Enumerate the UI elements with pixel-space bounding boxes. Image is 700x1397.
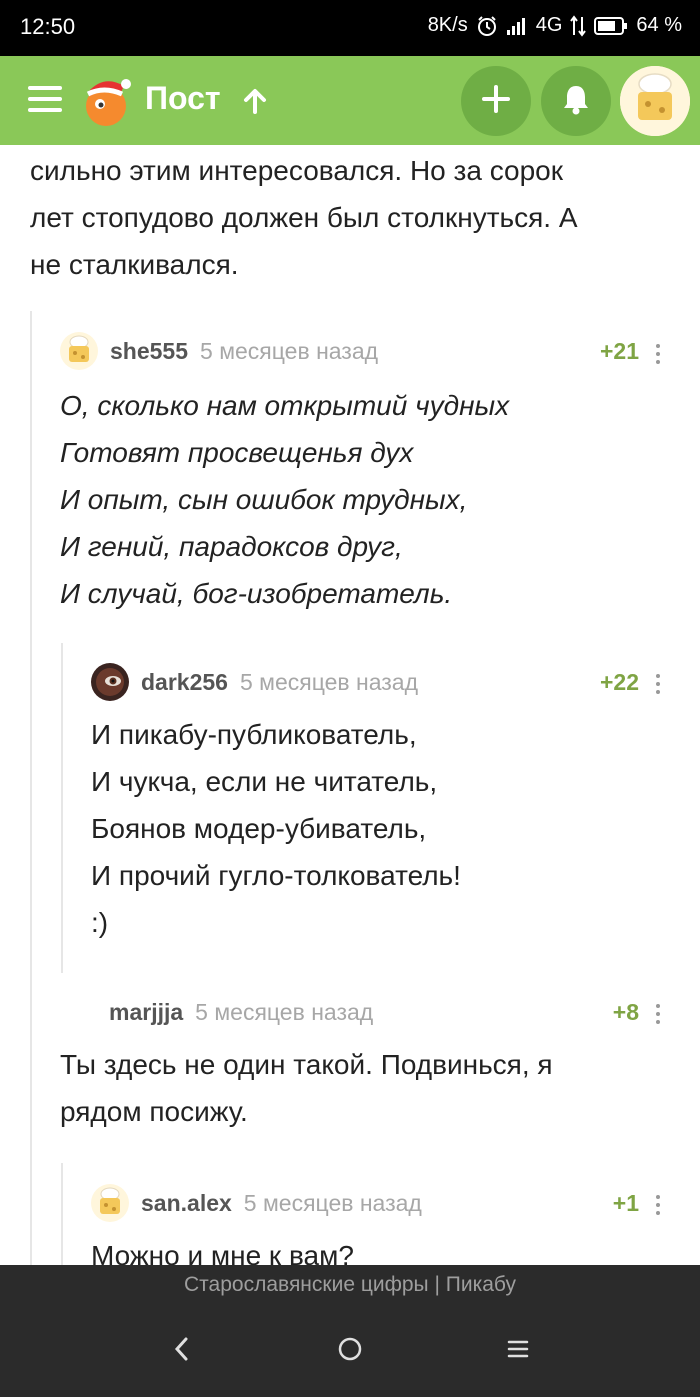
comment-line: Можно и мне к вам? bbox=[91, 1240, 354, 1265]
post-line: не сталкивался. bbox=[30, 249, 239, 280]
comments-area[interactable]: сильно этим интересовался. Но за сорок л… bbox=[0, 145, 700, 1265]
comment-author[interactable]: dark256 bbox=[141, 669, 228, 696]
comment-line: О, сколько нам открытий чудных bbox=[60, 390, 510, 421]
signal-icon bbox=[506, 16, 528, 36]
bottom-bar: Старославянские цифры | Пикабу bbox=[0, 1265, 700, 1397]
bell-icon bbox=[561, 83, 591, 120]
alarm-icon bbox=[476, 15, 498, 37]
comment-line: И случай, бог-изобретатель. bbox=[60, 578, 453, 609]
plus-icon bbox=[481, 84, 511, 119]
comment-rating[interactable]: +8 bbox=[613, 999, 639, 1026]
avatar[interactable] bbox=[620, 66, 690, 136]
status-time: 12:50 bbox=[20, 14, 76, 39]
more-icon[interactable] bbox=[654, 1193, 662, 1215]
network-type: 4G bbox=[535, 14, 563, 36]
comment-author[interactable]: san.alex bbox=[141, 1190, 232, 1217]
battery-icon bbox=[594, 16, 628, 36]
comment-body: И пикабу-публикователь, И чукча, если не… bbox=[91, 711, 681, 946]
comment-line: И чукча, если не читатель, bbox=[91, 766, 438, 797]
more-icon[interactable] bbox=[654, 1002, 662, 1024]
status-icons: 8K/s 4G 64 % bbox=[428, 14, 682, 37]
comment-rating[interactable]: +1 bbox=[613, 1190, 639, 1217]
notifications-button[interactable] bbox=[541, 66, 611, 136]
status-bar: 12:50 8K/s 4G 64 % bbox=[0, 0, 700, 56]
comment-body: О, сколько нам открытий чудных Готовят п… bbox=[60, 382, 680, 617]
comment-author[interactable]: she555 bbox=[110, 338, 188, 365]
post-line: сильно этим интересовался. Но за сорок bbox=[30, 155, 563, 186]
app-header: Пост bbox=[0, 56, 700, 145]
comment-time: 5 месяцев назад bbox=[195, 998, 374, 1025]
post-text: сильно этим интересовался. Но за сорок л… bbox=[30, 147, 670, 288]
thread-line[interactable] bbox=[61, 1163, 63, 1265]
comment-line: рядом посижу. bbox=[60, 1096, 248, 1127]
comment-line: И прочий гугло-толкователь! bbox=[91, 860, 461, 891]
comment-body: Ты здесь не один такой. Подвинься, я ряд… bbox=[60, 1041, 680, 1135]
recents-icon[interactable] bbox=[496, 1327, 540, 1371]
comment-time: 5 месяцев назад bbox=[239, 668, 419, 695]
battery-level: 64 % bbox=[636, 14, 682, 36]
comment-line: Ты здесь не один такой. Подвинься, я bbox=[60, 1049, 553, 1080]
menu-icon[interactable] bbox=[28, 86, 62, 112]
comment-line: Боянов модер-убиватель, bbox=[91, 813, 427, 844]
comment-line: И опыт, сын ошибок трудных, bbox=[60, 484, 468, 515]
comment-header: she555 5 месяцев назад bbox=[60, 331, 378, 371]
page-footer-title: Старославянские цифры | Пикабу bbox=[184, 1273, 516, 1296]
network-speed: 8K/s bbox=[427, 14, 468, 36]
comment-time: 5 месяцев назад bbox=[243, 1189, 422, 1216]
thread-line[interactable] bbox=[61, 643, 63, 973]
comment-header: san.alex 5 месяцев назад bbox=[91, 1183, 422, 1223]
comment-line: И пикабу-публикователь, bbox=[91, 719, 417, 750]
comment-line: И гений, парадоксов друг, bbox=[60, 531, 403, 562]
avatar[interactable] bbox=[60, 332, 98, 370]
logo-icon[interactable] bbox=[80, 72, 132, 128]
more-icon[interactable] bbox=[654, 342, 662, 364]
add-post-button[interactable] bbox=[461, 66, 531, 136]
back-icon[interactable] bbox=[160, 1327, 204, 1371]
comment-line: :) bbox=[91, 907, 109, 938]
comment-rating[interactable]: +21 bbox=[600, 338, 639, 365]
more-icon[interactable] bbox=[654, 672, 662, 694]
post-line: лет стопудово должен был столкнуться. А bbox=[30, 202, 578, 233]
comment-header: marjjja 5 месяцев назад bbox=[109, 992, 373, 1032]
comment-rating[interactable]: +22 bbox=[600, 669, 639, 696]
comment-header: dark256 5 месяцев назад bbox=[91, 662, 418, 702]
avatar[interactable] bbox=[91, 1184, 129, 1222]
page-title: Пост bbox=[145, 80, 221, 116]
comment-line: Готовят просвещенья дух bbox=[60, 437, 414, 468]
comment-body: Можно и мне к вам? bbox=[91, 1232, 681, 1265]
thread-line[interactable] bbox=[30, 311, 32, 1265]
comment-time: 5 месяцев назад bbox=[200, 337, 379, 364]
data-transfer-icon bbox=[570, 14, 587, 37]
comment-author[interactable]: marjjja bbox=[109, 999, 183, 1026]
avatar[interactable] bbox=[91, 663, 129, 701]
home-icon[interactable] bbox=[328, 1327, 372, 1371]
arrow-up-icon[interactable] bbox=[240, 86, 270, 116]
